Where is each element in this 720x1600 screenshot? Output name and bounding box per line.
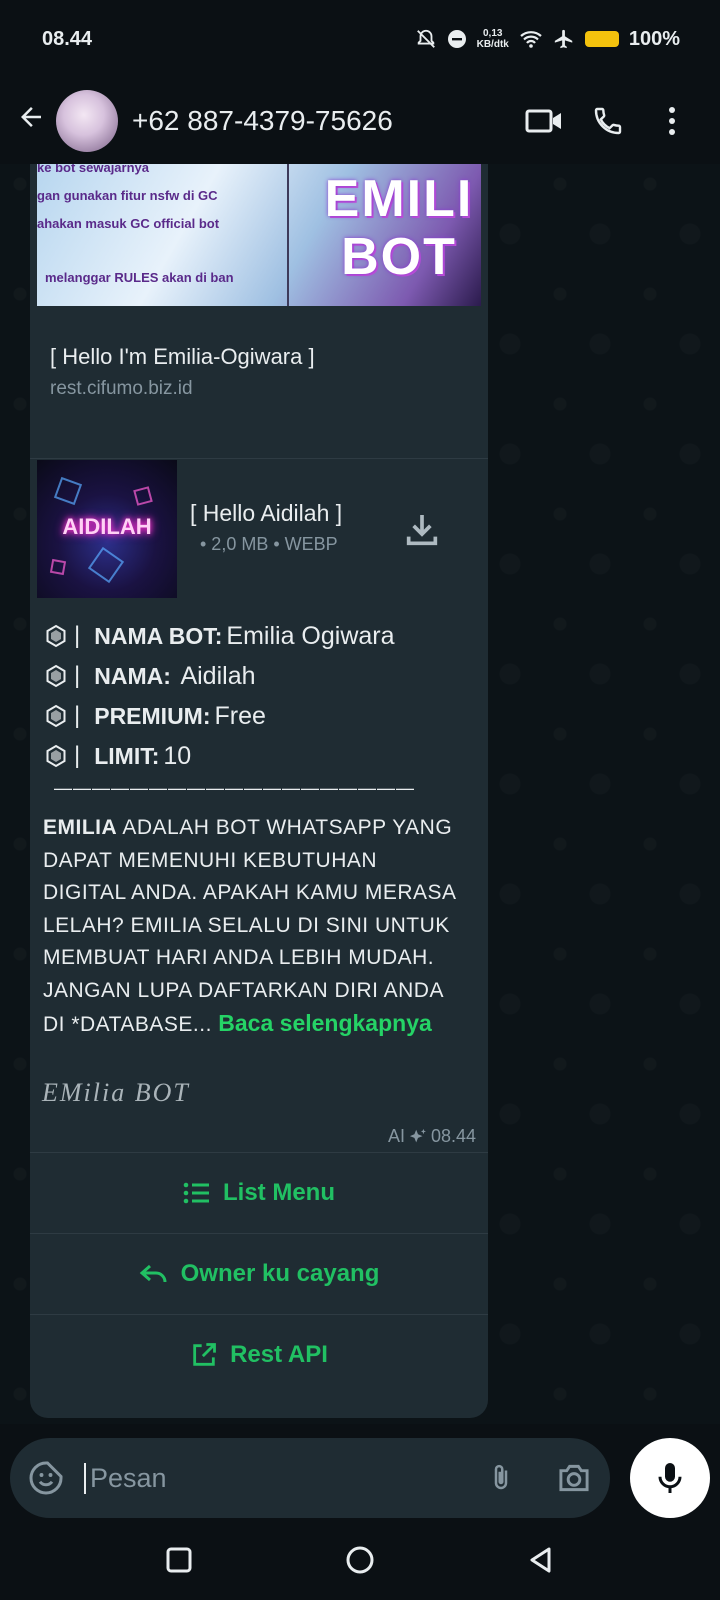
mute-notifications-icon [416,29,435,48]
list-menu-button[interactable]: List Menu [30,1152,488,1232]
reply-icon [139,1264,167,1282]
separator-line: ——————————————————— [54,778,415,798]
status-bar: 08.44 0,13 KB/dtk 100% [0,0,720,78]
description-bold: EMILIA [43,816,118,839]
hexagon-icon [46,624,66,648]
field-value: Emilia Ogiwara [226,621,395,650]
message-bubble[interactable]: ke bot sewajarnya gan gunakan fitur nsfw… [30,164,488,1418]
camera-icon[interactable] [556,1462,592,1494]
message-description: EMILIA ADALAH BOT WHATSAPP YANG DAPAT ME… [43,812,463,1042]
ai-label: AI [387,1126,405,1146]
video-call-icon[interactable] [512,106,576,136]
link-preview-image[interactable]: ke bot sewajarnya gan gunakan fitur nsfw… [37,164,481,306]
banner-title: EMILI BOT [324,170,474,286]
owner-button[interactable]: Owner ku cayang [30,1233,488,1313]
owner-label: Owner ku cayang [180,1259,380,1287]
rest-api-button[interactable]: Rest API [30,1314,488,1394]
hexagon-icon [46,664,66,688]
field-row-name: | NAMA: Aidilah [44,656,395,696]
airplane-mode-icon [554,29,573,49]
microphone-icon [658,1463,682,1493]
bot-info-fields: | NAMA BOT: Emilia Ogiwara | NAMA: Aidil… [44,616,395,776]
external-link-icon [193,1342,216,1366]
hexagon-icon [46,744,66,768]
ai-sparkle-icon [409,1128,426,1142]
back-arrow-icon[interactable] [16,102,52,141]
recents-icon[interactable] [165,1546,193,1574]
read-more-link[interactable]: Baca selengkapnya [218,1010,432,1036]
wifi-icon [520,31,542,48]
status-icons: 0,13 KB/dtk 100% [415,28,680,51]
message-signature: EMilia BOT [42,1078,190,1107]
battery-icon [584,31,619,47]
home-icon[interactable] [344,1544,376,1576]
banner-divider [287,164,289,306]
field-label: LIMIT: [94,742,160,769]
status-time: 08.44 [42,27,93,50]
document-name[interactable]: [ Hello Aidilah ] [190,500,342,527]
chat-header: +62 887-4379-75626 [0,78,720,164]
more-options-icon[interactable] [640,105,704,137]
attach-icon[interactable] [486,1460,516,1496]
system-nav-bar [0,1520,720,1600]
chat-area: ke bot sewajarnya gan gunakan fitur nsfw… [0,164,720,1424]
battery-level: 100% [628,27,680,50]
field-value: Aidilah [174,661,256,690]
message-time: 08.44 [430,1126,476,1146]
document-thumbnail-text: AIDILAH [62,514,152,539]
banner-text: ke bot sewajarnya gan gunakan fitur nsfw… [37,164,234,285]
network-speed: 0,13 KB/dtk [476,28,509,50]
field-row-limit: | LIMIT: 10 [44,736,395,776]
hexagon-icon [46,704,66,728]
rest-api-label: Rest API [230,1340,328,1368]
list-menu-label: List Menu [223,1178,335,1206]
field-value: 10 [163,741,192,770]
field-row-bot-name: | NAMA BOT: Emilia Ogiwara [44,616,395,656]
do-not-disturb-icon [447,30,466,48]
divider [30,458,488,459]
link-preview-title[interactable]: [ Hello I'm Emilia-Ogiwara ] [50,344,315,370]
back-nav-icon[interactable] [527,1546,555,1574]
field-row-premium: | PREMIUM: Free [44,696,395,736]
field-value: Free [214,701,266,730]
microphone-button[interactable] [630,1438,710,1518]
field-label: NAMA BOT: [94,622,223,649]
document-meta: • 2,0 MB • WEBP [200,534,338,554]
list-icon [183,1182,209,1203]
sticker-icon[interactable] [28,1460,64,1496]
voice-call-icon[interactable] [576,105,640,137]
link-preview-domain[interactable]: rest.cifumo.biz.id [50,378,193,400]
field-label: PREMIUM: [94,702,211,729]
message-input-bar: Pesan [10,1438,610,1518]
field-label: NAMA: [94,662,171,689]
contact-avatar[interactable] [56,90,118,152]
document-thumbnail[interactable]: AIDILAH [37,460,177,598]
description-text: ADALAH BOT WHATSAPP YANG DAPAT MEMENUHI … [43,816,456,1036]
message-timestamp: AI 08.44 [388,1126,476,1147]
message-input[interactable]: Pesan [84,1462,486,1494]
contact-name[interactable]: +62 887-4379-75626 [132,105,512,137]
download-icon[interactable] [402,510,442,550]
